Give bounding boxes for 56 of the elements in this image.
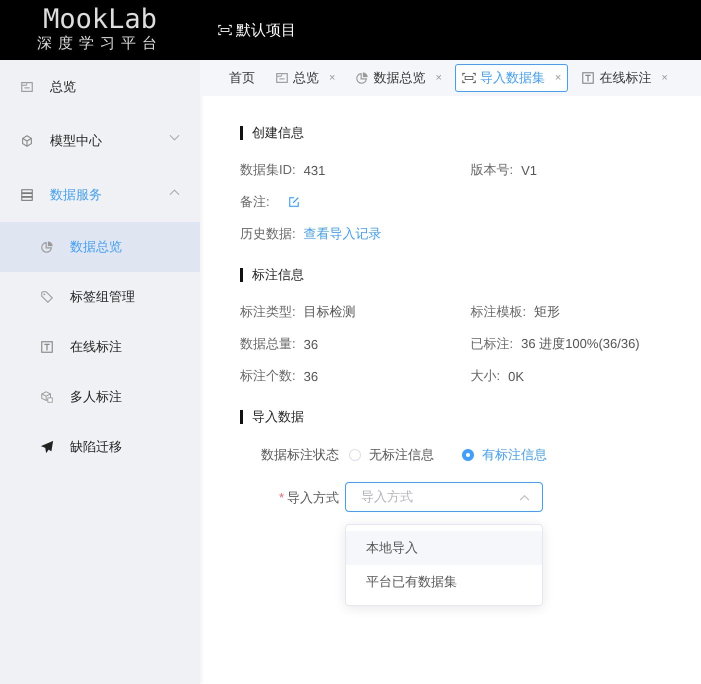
sidebar-subitem[interactable]: 缺陷迁移 bbox=[0, 422, 200, 472]
panel-icon bbox=[275, 71, 289, 85]
sidebar-subitem[interactable]: 在线标注 bbox=[0, 322, 200, 372]
sidebar-subitem[interactable]: 标签组管理 bbox=[0, 272, 200, 322]
edit-icon[interactable] bbox=[288, 196, 300, 208]
field-value: 36 bbox=[304, 368, 318, 384]
field-value: 36 进度100%(36/36) bbox=[521, 335, 640, 353]
project-name[interactable]: 默认项目 bbox=[236, 20, 296, 40]
sidebar-item[interactable]: 模型中心 bbox=[0, 114, 200, 168]
field-label: 版本号: bbox=[470, 161, 514, 179]
cubes-icon bbox=[40, 390, 54, 404]
section-title: 标注信息 bbox=[240, 268, 701, 282]
tab[interactable]: 总览 × bbox=[268, 64, 342, 92]
tab[interactable]: 首页 bbox=[222, 64, 262, 92]
field-value: 0K bbox=[508, 368, 524, 384]
sidebar-subitem[interactable]: 多人标注 bbox=[0, 372, 200, 422]
field-label: 标注模板: bbox=[470, 303, 526, 321]
field-label: 已标注: bbox=[470, 335, 514, 353]
field-value: 目标检测 bbox=[304, 303, 356, 321]
tab[interactable]: 数据总览 × bbox=[348, 64, 449, 92]
panel-icon bbox=[20, 80, 34, 94]
dropdown-option[interactable]: 本地导入 bbox=[346, 531, 542, 565]
scan-icon bbox=[218, 23, 232, 37]
section-title: 导入数据 bbox=[240, 410, 701, 424]
cube-icon bbox=[20, 134, 34, 148]
section-title: 创建信息 bbox=[240, 126, 701, 140]
logo-text: MookLab bbox=[43, 6, 157, 34]
text-box-icon bbox=[581, 71, 596, 85]
paper-plane-icon bbox=[40, 440, 54, 454]
pie-chart-icon bbox=[40, 240, 54, 254]
server-icon bbox=[20, 188, 34, 202]
field-value: V1 bbox=[521, 162, 538, 178]
field-label: 历史数据: bbox=[240, 225, 296, 243]
dropdown-option[interactable]: 平台已有数据集 bbox=[346, 565, 542, 599]
text-box-icon bbox=[40, 340, 54, 354]
chevron-up-icon bbox=[519, 494, 530, 500]
scan-icon bbox=[462, 71, 476, 85]
radio-icon[interactable] bbox=[462, 449, 474, 461]
field-label: 数据集ID: bbox=[240, 161, 296, 179]
field-label: 标注个数: bbox=[240, 367, 296, 385]
pie-chart-icon bbox=[355, 71, 370, 85]
field-label: 备注: bbox=[240, 193, 270, 211]
field-value: 36 bbox=[304, 336, 318, 352]
field-value: 矩形 bbox=[534, 303, 560, 321]
tab[interactable]: 在线标注 × bbox=[574, 64, 675, 92]
tag-icon bbox=[40, 290, 54, 304]
field-label: 标注类型: bbox=[240, 303, 296, 321]
form-label: 数据标注状态 bbox=[260, 446, 339, 464]
field-label: 大小: bbox=[470, 367, 500, 385]
required-mark: * bbox=[278, 489, 284, 507]
field-label: 数据总量: bbox=[240, 335, 296, 353]
form-label: 导入方式 bbox=[287, 489, 339, 507]
radio-option[interactable]: 无标注信息 bbox=[349, 446, 434, 464]
sidebar-item[interactable]: 总览 bbox=[0, 60, 200, 114]
logo-subtitle: 深度学习平台 bbox=[37, 34, 163, 54]
field-value: 431 bbox=[304, 162, 326, 178]
